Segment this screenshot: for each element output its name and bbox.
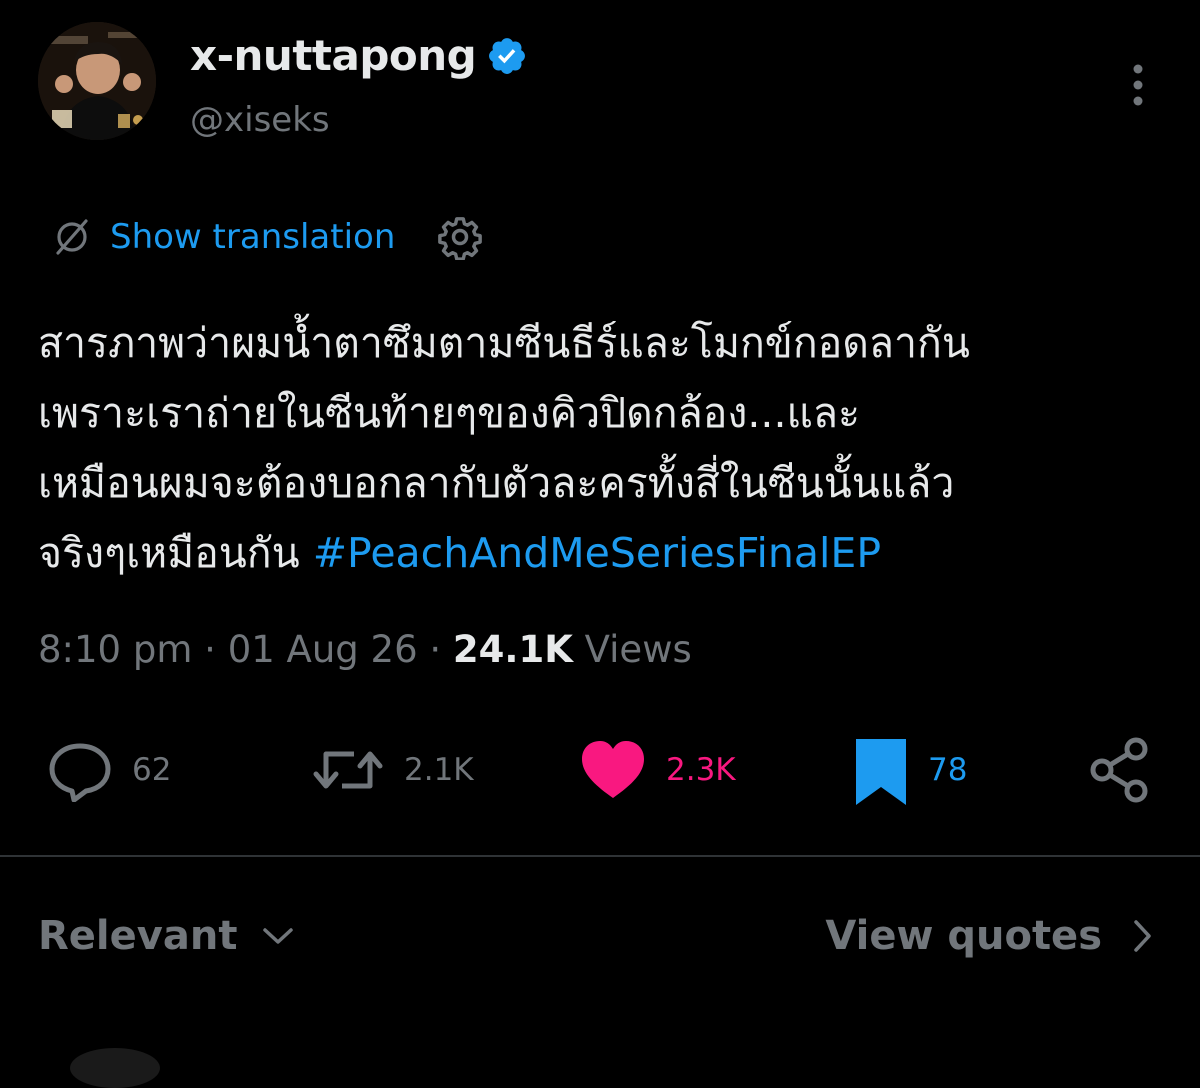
like-button[interactable]: 2.3K [578,730,736,810]
view-quotes-link[interactable]: View quotes [825,908,1154,964]
like-count: 2.3K [666,752,736,788]
reply-button[interactable]: 62 [46,730,171,810]
translation-row: Show translation [52,212,483,262]
meta-separator: · [417,628,453,671]
translate-icon [56,219,88,255]
bookmark-icon [856,739,906,805]
meta-separator: · [192,628,228,671]
tweet-text-line: เหมือนผมจะต้องบอกลากับตัวละครทั้งสี่ในซี… [38,459,955,507]
heart-icon [582,741,644,798]
tweet-text-line-last: จริงๆเหมือนกัน #PeachAndMeSeriesFinalEP [38,518,1173,588]
tweet-text-line: เพราะเราถ่ายในซีนท้ายๆของคิวปิดกล้อง...แ… [38,389,861,437]
author-avatar[interactable] [38,22,156,140]
share-icon [1090,737,1148,803]
view-quotes-label: View quotes [825,913,1102,959]
replies-sort-label: Relevant [38,913,238,959]
author-display-name[interactable]: x-nuttapong [190,30,477,82]
show-translation-link[interactable]: Show translation [110,212,395,262]
author-handle[interactable]: @xiseks [190,98,330,142]
chevron-down-icon [263,928,294,944]
avatar-photo [38,22,156,140]
section-divider [0,855,1200,857]
bookmark-button[interactable]: 78 [852,730,967,810]
chevron-right-icon [1134,920,1151,952]
tweet-meta: 8:10 pm · 01 Aug 26 · 24.1K Views [38,622,692,678]
tweet-action-bar: 62 2.1K 2.3K 78 [0,730,1200,810]
reply-icon [49,743,111,802]
tweet-body: สารภาพว่าผมน้ำตาซึมตามซีนธีร์และโมกข์กอด… [38,308,1173,588]
verified-badge-icon [489,38,526,74]
repost-icon [313,751,383,789]
gear-icon[interactable] [437,214,483,260]
bookmark-count: 78 [928,752,968,788]
tweet-text-fragment: จริงๆเหมือนกัน [38,529,313,577]
views-count[interactable]: 24.1K [453,628,573,671]
reply-count: 62 [132,752,172,788]
replies-sort-dropdown[interactable]: Relevant [38,908,295,964]
share-button[interactable] [1086,730,1156,810]
tweet-date[interactable]: 01 Aug 26 [228,628,418,671]
tweet-text-line: สารภาพว่าผมน้ำตาซึมตามซีนธีร์และโมกข์กอด… [38,319,970,367]
hashtag-link[interactable]: #PeachAndMeSeriesFinalEP [313,529,881,577]
repost-button[interactable]: 2.1K [310,730,474,810]
tweet-time[interactable]: 8:10 pm [38,628,192,671]
reply-avatar-partial [70,1048,160,1088]
author-display-name-row[interactable]: x-nuttapong [190,30,528,82]
more-options-icon[interactable] [1124,62,1152,108]
repost-count: 2.1K [404,752,474,788]
views-label[interactable]: Views [573,628,692,671]
